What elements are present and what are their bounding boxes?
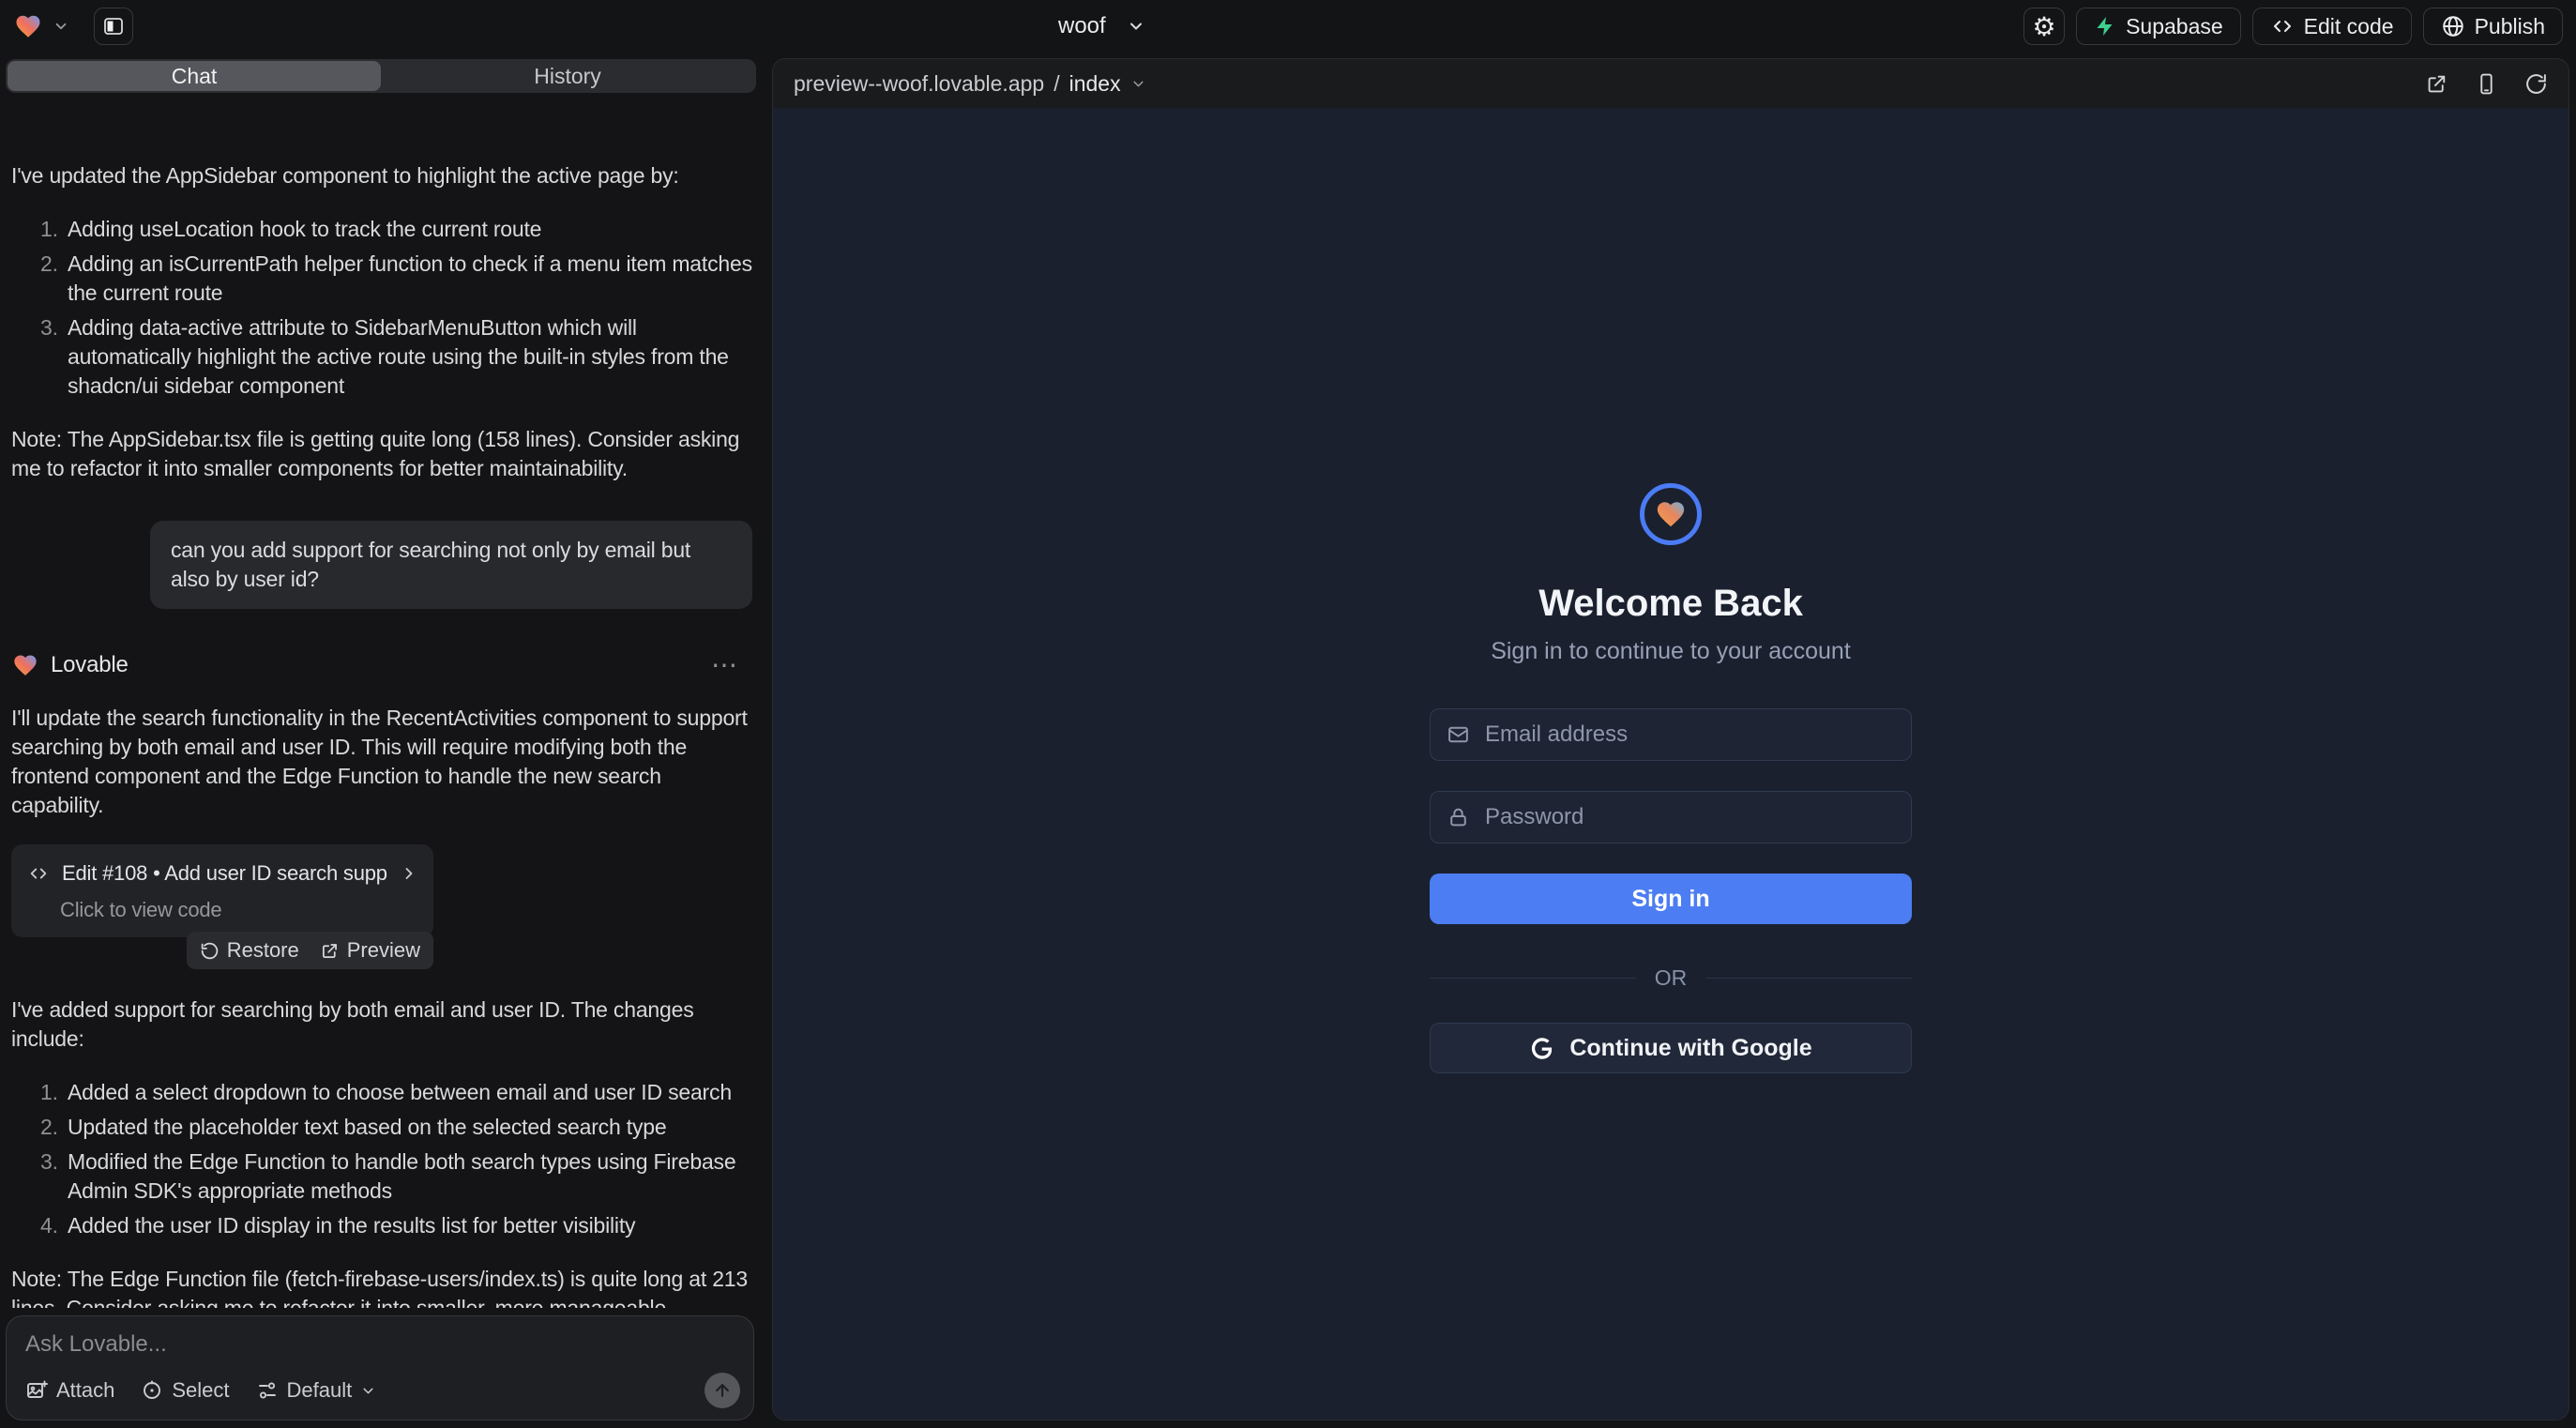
assistant-note: Note: The Edge Function file (fetch-fire… [11,1265,752,1308]
preview-page: index [1069,71,1121,97]
lock-icon [1447,806,1470,829]
code-brackets-icon [26,863,51,884]
login-subtitle: Sign in to continue to your account [1491,638,1851,665]
assistant-numbered-list: Added a select dropdown to choose betwee… [11,1078,752,1240]
list-item: Updated the placeholder text based on th… [64,1113,752,1142]
gear-icon: ⚙ [2033,11,2056,42]
edit-code-button[interactable]: Edit code [2252,8,2412,45]
list-item: Added the user ID display in the results… [64,1211,752,1240]
supabase-label: Supabase [2126,14,2223,39]
google-label: Continue with Google [1569,1035,1811,1062]
preview-header: preview--woof.lovable.app / index [773,59,2568,108]
tab-chat[interactable]: Chat [8,61,381,91]
assistant-paragraph: I'll update the search functionality in … [11,704,752,820]
assistant-name: Lovable [51,650,129,679]
preview-host: preview--woof.lovable.app [794,71,1044,97]
image-plus-icon [25,1379,48,1402]
or-divider: OR [1430,965,1912,991]
continue-with-google-button[interactable]: Continue with Google [1430,1023,1912,1073]
envelope-icon [1447,723,1470,747]
open-in-new-icon [320,941,340,961]
chat-composer: Attach Select Default [6,1315,754,1420]
supabase-bolt-icon [2094,15,2116,38]
mode-selector[interactable]: Default [256,1378,377,1403]
chevron-down-icon[interactable] [53,18,69,35]
more-options-icon[interactable]: ⋯ [711,650,739,679]
toggle-sidebar-button[interactable] [94,8,133,45]
chat-panel: Chat History I've updated the AppSidebar… [0,53,762,1428]
select-element-button[interactable]: Select [141,1378,229,1403]
preview-button[interactable]: Preview [320,938,420,963]
preview-panel: preview--woof.lovable.app / index [772,58,2569,1420]
app-heart-icon [1654,498,1688,530]
panel-left-icon [102,15,125,38]
target-icon [141,1379,163,1402]
restore-icon [200,941,220,961]
login-card: Welcome Back Sign in to continue to your… [1430,483,1912,1420]
lovable-logo-heart-icon[interactable] [13,12,43,40]
mode-label: Default [287,1378,353,1403]
preview-address[interactable]: preview--woof.lovable.app / index [794,71,1146,97]
assistant-numbered-list: Adding useLocation hook to track the cur… [11,215,752,401]
chevron-down-icon [1130,76,1146,92]
preview-label: Preview [347,938,420,963]
globe-icon [2441,14,2465,38]
project-title[interactable]: woof [1058,13,1106,39]
list-item: Adding an isCurrentPath helper function … [64,250,752,308]
restore-label: Restore [227,938,299,963]
password-field[interactable] [1430,791,1912,843]
select-label: Select [172,1378,229,1403]
sliders-icon [256,1379,279,1402]
email-field[interactable] [1430,708,1912,761]
send-button[interactable] [705,1373,740,1408]
edit-card-toolbar: Restore Preview [187,932,433,969]
user-message-bubble: can you add support for searching not on… [150,521,752,609]
chat-history-tabbar: Chat History [6,59,756,93]
app-logo [1640,483,1702,545]
refresh-icon[interactable] [2524,72,2548,96]
restore-button[interactable]: Restore [200,938,299,963]
list-item: Added a select dropdown to choose betwee… [64,1078,752,1107]
assistant-paragraph: I've added support for searching by both… [11,995,752,1054]
chat-input[interactable] [25,1331,736,1367]
attach-label: Attach [56,1378,114,1403]
address-separator: / [1053,71,1059,97]
edit-card-subtitle: Click to view code [60,895,418,924]
google-g-icon [1529,1036,1554,1061]
code-brackets-icon [2270,15,2295,38]
edit-version-card[interactable]: Edit #108 • Add user ID search supp... C… [11,844,433,937]
settings-button[interactable]: ⚙ [2023,8,2065,45]
message-list: I've updated the AppSidebar component to… [0,146,762,1308]
preview-app-content: Welcome Back Sign in to continue to your… [773,108,2568,1420]
open-in-new-tab-icon[interactable] [2425,72,2448,96]
or-label: OR [1655,965,1688,991]
top-bar: woof ⚙ Supabase Edit code Publish [0,0,2576,53]
project-chevron-down-icon[interactable] [1127,17,1145,36]
publish-label: Publish [2475,14,2545,39]
chevron-down-icon [360,1383,376,1399]
edit-code-label: Edit code [2304,14,2394,39]
assistant-note: Note: The AppSidebar.tsx file is getting… [11,425,752,483]
list-item: Adding data-active attribute to SidebarM… [64,313,752,401]
sign-in-button[interactable]: Sign in [1430,874,1912,924]
chevron-right-icon [400,864,418,883]
login-title: Welcome Back [1538,583,1803,625]
list-item: Adding useLocation hook to track the cur… [64,215,752,244]
assistant-paragraph: I've updated the AppSidebar component to… [11,161,752,190]
arrow-up-icon [713,1381,732,1400]
lovable-heart-icon [11,652,39,678]
supabase-button[interactable]: Supabase [2076,8,2241,45]
assistant-message-header: Lovable ⋯ [11,650,752,679]
attach-button[interactable]: Attach [25,1378,114,1403]
mobile-view-icon[interactable] [2475,72,2498,96]
edit-card-title: Edit #108 • Add user ID search supp... [62,858,388,888]
publish-button[interactable]: Publish [2423,8,2563,45]
tab-history[interactable]: History [381,61,754,91]
list-item: Modified the Edge Function to handle bot… [64,1147,752,1206]
